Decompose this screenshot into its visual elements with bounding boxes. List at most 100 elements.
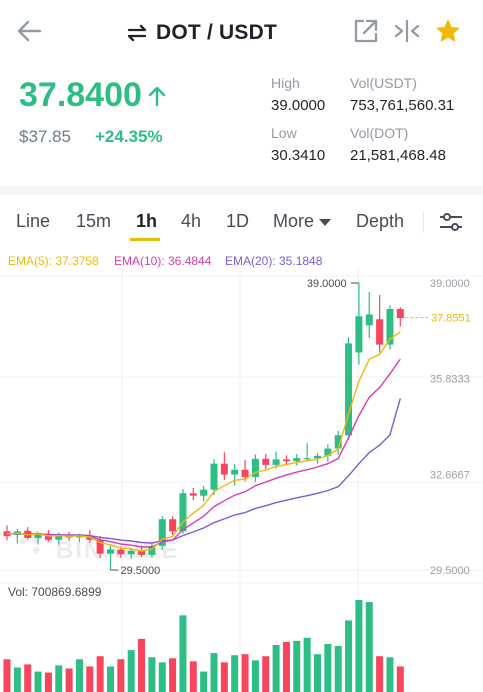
vol-base-value: 21,581,468.48	[350, 147, 446, 164]
up-arrow-icon	[148, 86, 166, 106]
candle-body	[262, 458, 270, 465]
back-arrow-icon[interactable]	[14, 16, 44, 46]
high-marker-label: 39.0000	[307, 278, 347, 290]
candle-body	[127, 550, 135, 555]
volume-label: Vol: 700869.6899	[8, 585, 102, 599]
tab-more-label: More	[273, 211, 315, 231]
volume-bar	[282, 641, 290, 692]
ema20-legend: EMA(20): 35.1848	[225, 254, 323, 268]
volume-bar	[231, 655, 239, 692]
candle-body	[355, 316, 363, 353]
pair-title: DOT / USDT	[156, 21, 277, 44]
caret-down-icon	[319, 218, 332, 226]
last-price-label: 37.8551	[431, 313, 471, 325]
candle-body	[282, 459, 290, 462]
last-price: 37.8400	[19, 76, 166, 115]
volume-bar	[148, 657, 156, 692]
volume-bar	[117, 659, 125, 692]
volume-bars	[3, 600, 404, 692]
volume-bar	[55, 665, 63, 692]
vol-base-label: Vol(DOT)	[350, 125, 409, 141]
candle-body	[293, 458, 301, 462]
volume-bar	[251, 660, 259, 692]
y-tick-label: 35.8333	[430, 374, 470, 386]
candle-body	[303, 458, 311, 460]
volume-bar	[303, 637, 311, 692]
volume-bar	[86, 666, 94, 692]
low-label: Low	[271, 125, 297, 141]
high-label: High	[271, 75, 300, 91]
volume-bar	[220, 662, 228, 692]
volume-bar	[200, 671, 208, 692]
candle-body	[396, 308, 404, 319]
ema20-line	[7, 398, 401, 544]
tab-line[interactable]: Line	[16, 211, 50, 232]
volume-bar	[96, 656, 104, 692]
volume-bar	[355, 600, 363, 692]
candle-body	[231, 469, 239, 475]
pair-selector[interactable]: DOT / USDT	[126, 18, 277, 48]
section-divider	[0, 186, 483, 195]
vol-quote-value: 753,761,560.31	[350, 97, 455, 114]
volume-bar	[24, 664, 32, 692]
volume-bar	[376, 656, 384, 692]
candle-body	[272, 459, 280, 465]
volume-bar	[293, 640, 301, 692]
sliders-settings-icon[interactable]	[437, 208, 465, 236]
active-tab-indicator	[130, 238, 160, 241]
candlestick-chart[interactable]: BINANCE 39.000035.833332.666729.5000 39.…	[0, 268, 483, 692]
star-icon[interactable]	[433, 16, 463, 46]
ema5-legend: EMA(5): 37.3758	[8, 254, 99, 268]
fiat-price: $37.85	[19, 127, 71, 146]
volume-bar	[189, 661, 197, 692]
volume-bar	[44, 672, 52, 692]
change-percent: +24.35%	[95, 127, 163, 146]
collapse-compare-icon[interactable]	[392, 16, 422, 46]
low-value: 30.3410	[271, 147, 326, 164]
tab-more[interactable]: More	[273, 211, 332, 232]
volume-bar	[365, 602, 373, 692]
candle-body	[200, 489, 208, 496]
candle-body	[107, 549, 114, 554]
candle-body	[376, 319, 384, 345]
candle-body	[210, 463, 218, 490]
y-tick-label: 39.0000	[430, 278, 470, 290]
candle-body	[241, 469, 249, 477]
candle-body	[220, 463, 228, 475]
external-share-icon[interactable]	[351, 16, 381, 46]
volume-bar	[127, 650, 135, 692]
low-marker-label: 29.5000	[121, 565, 161, 577]
tab-1h[interactable]: 1h	[136, 211, 157, 232]
tab-4h[interactable]: 4h	[181, 211, 201, 232]
vol-quote-label: Vol(USDT)	[350, 75, 417, 91]
volume-bar	[345, 620, 353, 692]
volume-bar	[169, 658, 177, 692]
high-value: 39.0000	[271, 97, 326, 114]
volume-bar	[65, 668, 73, 692]
y-tick-label: 32.6667	[430, 469, 470, 481]
candle-body	[169, 519, 177, 532]
ema10-line	[6, 358, 401, 548]
candle-body	[117, 549, 125, 555]
volume-bar	[107, 666, 114, 692]
volume-bar	[314, 654, 321, 692]
y-tick-label: 29.5000	[430, 565, 470, 577]
volume-bar	[272, 644, 280, 692]
volume-bar	[334, 646, 342, 692]
candles	[3, 283, 404, 570]
volume-bar	[324, 643, 332, 692]
volume-bar	[3, 659, 11, 692]
volume-bar	[262, 656, 270, 692]
volume-bar	[34, 671, 42, 692]
tab-separator	[423, 211, 424, 233]
volume-bar	[75, 659, 83, 692]
tab-15m[interactable]: 15m	[76, 211, 111, 232]
volume-bar	[13, 667, 21, 692]
tab-depth[interactable]: Depth	[356, 211, 404, 232]
tab-1d[interactable]: 1D	[226, 211, 249, 232]
candle-body	[189, 493, 197, 496]
volume-bar	[210, 653, 218, 692]
volume-bar	[158, 662, 166, 692]
top-bar: DOT / USDT	[0, 0, 483, 66]
swap-arrows-icon	[127, 24, 147, 42]
